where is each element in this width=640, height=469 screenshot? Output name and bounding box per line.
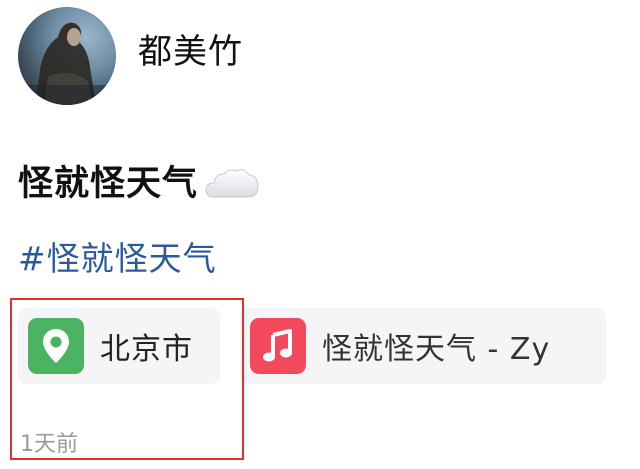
music-label: 怪就怪天气 - Zy (322, 332, 551, 367)
location-pin-icon (28, 318, 84, 374)
music-note-icon (250, 318, 306, 374)
cloud-icon (205, 168, 259, 197)
post-header: 都美竹 (18, 6, 243, 106)
post-text: 怪就怪天气 (18, 155, 260, 206)
hashtag-link[interactable]: #怪就怪天气 (18, 232, 217, 280)
username[interactable]: 都美竹 (138, 24, 243, 73)
location-chip[interactable]: 北京市 (18, 308, 220, 384)
post-timestamp: 1天前 (20, 432, 78, 457)
location-label: 北京市 (100, 332, 193, 367)
post-text-content: 怪就怪天气 (18, 164, 199, 204)
avatar[interactable] (18, 7, 116, 105)
music-chip[interactable]: 怪就怪天气 - Zy (240, 308, 606, 384)
